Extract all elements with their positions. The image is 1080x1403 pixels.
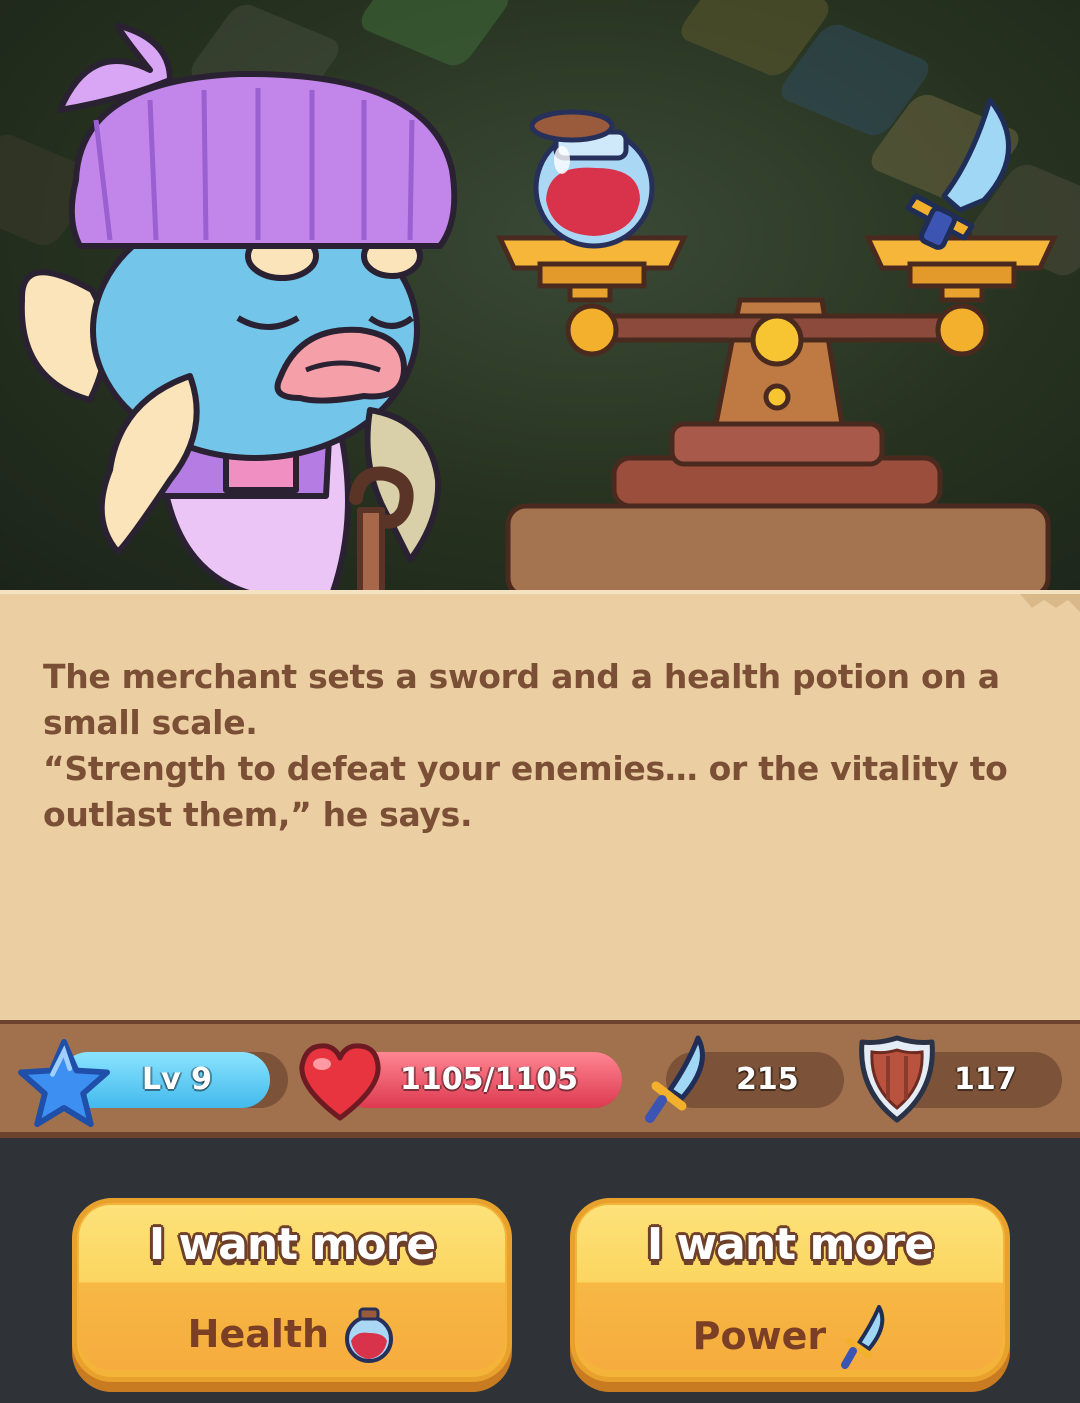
sword-on-scale bbox=[905, 97, 1011, 250]
story-line-2: “Strength to defeat your enemies… or the… bbox=[43, 749, 1008, 834]
heart-icon bbox=[299, 1043, 381, 1121]
button-subtitle-label: Power bbox=[692, 1314, 827, 1358]
button-face: I want more Health bbox=[79, 1205, 505, 1370]
button-title: I want more bbox=[148, 1219, 436, 1270]
more-power-button[interactable]: I want more Power bbox=[570, 1198, 1010, 1382]
scene-illustration bbox=[0, 0, 1080, 592]
button-subtitle: Power bbox=[577, 1303, 1003, 1369]
potion-icon bbox=[345, 1307, 394, 1363]
defense-value: 117 bbox=[954, 1062, 1017, 1097]
panel-corner-decoration bbox=[1020, 594, 1080, 612]
button-subtitle: Health bbox=[79, 1303, 505, 1365]
stats-bar: Lv 9 1105/1105 215 117 bbox=[0, 1020, 1080, 1138]
sword-icon bbox=[645, 1035, 705, 1123]
more-health-button[interactable]: I want more Health bbox=[72, 1198, 512, 1382]
attack-value: 215 bbox=[736, 1062, 799, 1097]
table bbox=[505, 503, 1051, 592]
button-subtitle-label: Health bbox=[187, 1312, 330, 1356]
level-value: Lv 9 bbox=[142, 1062, 212, 1097]
story-line-1: The merchant sets a sword and a health p… bbox=[43, 657, 1000, 742]
balance-scale bbox=[496, 235, 1058, 509]
story-panel: The merchant sets a sword and a health p… bbox=[0, 590, 1080, 1022]
sword-icon bbox=[841, 1305, 885, 1369]
health-value: 1105/1105 bbox=[400, 1062, 578, 1097]
story-text: The merchant sets a sword and a health p… bbox=[43, 654, 1033, 838]
shield-icon bbox=[859, 1035, 935, 1123]
potion-on-scale bbox=[529, 109, 655, 249]
button-face: I want more Power bbox=[577, 1205, 1003, 1370]
button-title: I want more bbox=[646, 1219, 934, 1270]
scene-art bbox=[18, 22, 1058, 592]
star-icon bbox=[18, 1038, 110, 1128]
merchant-character bbox=[18, 22, 458, 592]
